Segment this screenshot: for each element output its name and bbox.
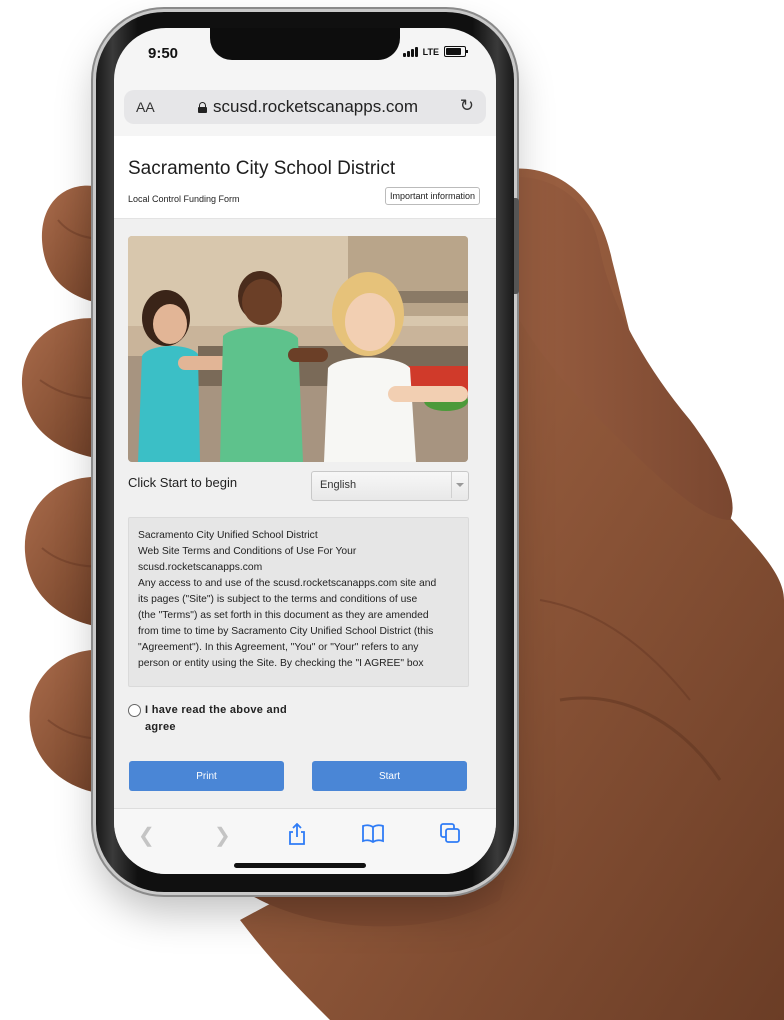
network-label: LTE [422, 46, 439, 57]
agree-checkbox[interactable] [128, 704, 141, 717]
site-header: Sacramento City School District Local Co… [114, 136, 496, 219]
terms-textbox[interactable]: Sacramento City Unified School District … [128, 517, 469, 687]
url-display[interactable]: scusd.rocketscanapps.com [198, 97, 418, 117]
share-icon[interactable] [288, 822, 306, 851]
status-indicators: LTE [402, 46, 468, 57]
agree-label[interactable]: I have read the above and agree [145, 702, 287, 736]
start-button[interactable]: Start [312, 761, 467, 791]
signal-icon [402, 46, 418, 57]
terms-line: Web Site Terms and Conditions of Use For… [138, 546, 357, 557]
bookmarks-icon[interactable] [362, 823, 384, 849]
reload-icon[interactable]: ↻ [460, 96, 474, 116]
battery-icon [444, 46, 468, 57]
url-bar[interactable]: AA scusd.rocketscanapps.com ↻ [124, 90, 486, 124]
url-text: scusd.rocketscanapps.com [213, 97, 419, 116]
terms-line: scusd.rocketscanapps.com [138, 562, 263, 573]
terms-line: (the "Terms") as set forth in this docum… [138, 610, 429, 621]
back-icon[interactable]: ❮ [138, 823, 155, 848]
agree-label-line1: I have read the above and [145, 704, 287, 716]
terms-line: from time to time by Sacramento City Uni… [138, 626, 434, 637]
form-body: Click Start to begin English Sacramento … [114, 219, 496, 808]
terms-line: Any access to and use of the scusd.rocke… [138, 578, 437, 589]
important-information-button[interactable]: Important information [384, 187, 480, 205]
terms-line: "Agreement"). In this Agreement, "You" o… [138, 642, 419, 653]
hero-photo [128, 236, 468, 462]
phone-frame: 9:50 LTE AA scusd.rocketscanapps.com ↻ S… [96, 12, 519, 892]
page-subtitle: Local Control Funding Form [128, 194, 240, 204]
phone-screen: 9:50 LTE AA scusd.rocketscanapps.com ↻ S… [114, 28, 496, 874]
print-button[interactable]: Print [129, 761, 284, 791]
language-value: English [320, 479, 357, 491]
forward-icon[interactable]: ❯ [214, 823, 231, 848]
agree-label-line2: agree [145, 721, 176, 733]
terms-line: its pages ("Site") is subject to the ter… [138, 594, 418, 605]
lock-icon [198, 101, 207, 113]
web-content: Sacramento City School District Local Co… [114, 136, 496, 808]
terms-line: person or entity using the Site. By chec… [138, 658, 424, 669]
page-title: Sacramento City School District [128, 158, 396, 179]
tabs-icon[interactable] [440, 823, 460, 849]
terms-line: Sacramento City Unified School District [138, 530, 318, 541]
notch [210, 28, 400, 60]
terms-text: Sacramento City Unified School District … [129, 518, 468, 672]
status-time: 9:50 [148, 45, 179, 62]
home-indicator [234, 863, 366, 868]
chevron-down-icon [451, 472, 468, 498]
side-button [514, 198, 519, 294]
language-select[interactable]: English [311, 471, 469, 501]
text-size-button[interactable]: AA [136, 99, 155, 115]
start-prompt: Click Start to begin [128, 475, 238, 490]
